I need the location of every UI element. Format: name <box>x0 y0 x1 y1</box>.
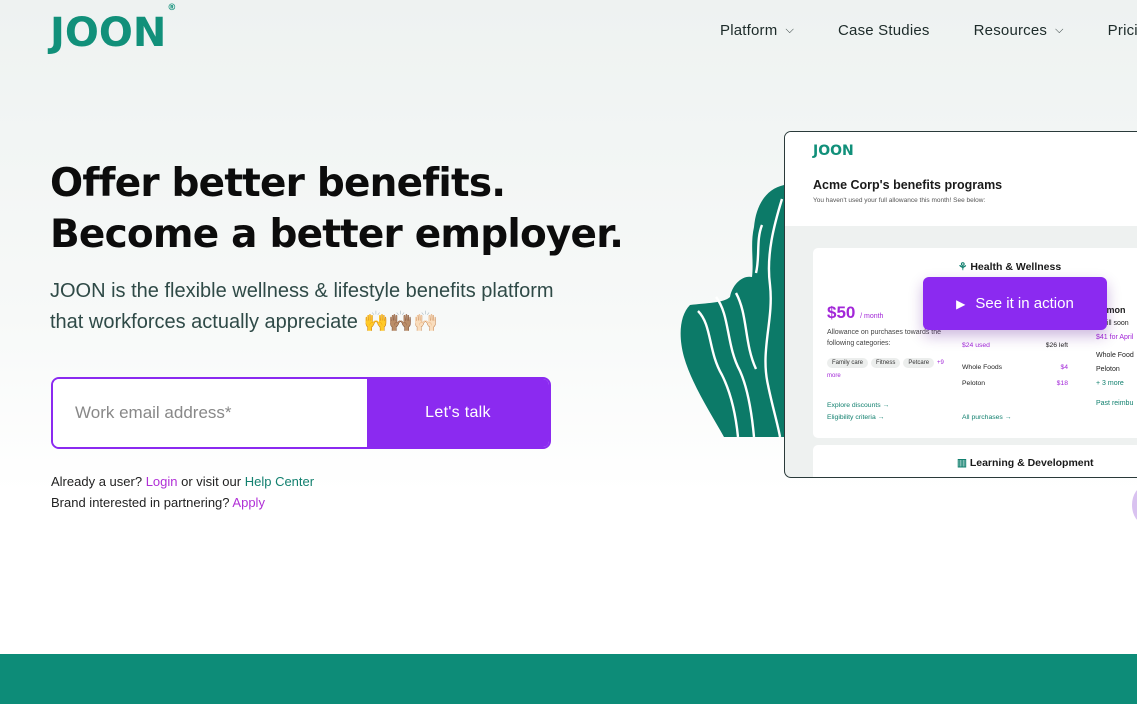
eligibility-link: Eligibility criteria → <box>827 414 885 421</box>
learning-development-panel: ▥ Learning & Development <box>813 445 1137 477</box>
visit-text: or visit our <box>181 474 242 489</box>
price-value: $50 <box>827 303 856 322</box>
joon-logo[interactable]: JOON® <box>50 3 176 56</box>
main-nav: Platform ⌵ Case Studies Resources ⌵ Pricin… <box>720 22 1137 39</box>
nav-resources-label: Resources <box>973 22 1048 39</box>
user-prefix-text: Already a user? <box>51 474 143 489</box>
building-icon: ▥ <box>957 457 967 469</box>
price-unit: / month <box>860 313 884 320</box>
nav-item-case-studies[interactable]: Case Studies <box>838 22 930 39</box>
chevron-down-icon: ⌵ <box>785 24 794 36</box>
next-month-more: + 3 more <box>1096 380 1124 387</box>
chip-fitness: Fitness <box>871 358 901 368</box>
chevron-down-icon: ⌵ <box>1055 24 1064 36</box>
learning-development-title: ▥ Learning & Development <box>957 457 1094 469</box>
chat-bubble-button[interactable] <box>1132 486 1137 524</box>
apply-link[interactable]: Apply <box>232 495 265 510</box>
allowance-text: Allowance on purchases towards the follo… <box>827 329 942 347</box>
hero-title: Offer better benefits. Become a better em… <box>50 158 624 260</box>
chip-petcare: Petcare <box>903 358 935 368</box>
used-amount: $24 used <box>962 342 990 349</box>
see-it-in-action-label: See it in action <box>975 295 1074 312</box>
left-amount: $26 left <box>1045 342 1068 349</box>
registered-mark: ® <box>167 2 177 13</box>
usage-row: $24 used $26 left <box>962 338 1068 354</box>
purchase-name: Peloton <box>962 380 986 387</box>
past-reimbursements-link: Past reimbu <box>1096 400 1134 407</box>
work-email-input[interactable] <box>53 379 367 447</box>
play-icon: ▶ <box>956 296 966 311</box>
allowance-price: $50 / month <box>827 303 883 323</box>
hero-subtitle-line2: that workforces actually appreciate <box>50 311 358 333</box>
category-chips: Family care Fitness Petcare +9 more <box>827 358 947 379</box>
explore-discounts-link: Explore discounts → <box>827 402 890 409</box>
next-month-item1: Whole Food <box>1096 352 1134 359</box>
logo-text: JOON <box>50 10 167 56</box>
help-center-link[interactable]: Help Center <box>245 474 314 489</box>
hero-title-line1: Offer better benefits. <box>50 161 506 206</box>
next-month-line2: $41 for April <box>1096 334 1134 341</box>
login-link[interactable]: Login <box>146 474 178 489</box>
purchase-amount: $18 <box>1056 380 1068 387</box>
leaf-icon: ⚘ <box>958 261 968 273</box>
teal-section-band <box>0 654 1137 704</box>
purchases-summary: $24 used $26 left Whole Foods $4 Peloton $1… <box>962 338 1068 392</box>
see-it-in-action-button[interactable]: ▶ See it in action <box>923 277 1107 330</box>
nav-item-resources[interactable]: Resources ⌵ <box>974 22 1064 39</box>
nav-item-platform[interactable]: Platform ⌵ <box>720 22 794 39</box>
preview-logo: JOON <box>813 143 854 159</box>
preview-header: JOON Acme Corp's benefits programs You h… <box>785 132 1137 226</box>
purchase-row: Peloton $18 <box>962 376 1068 392</box>
hero-title-line2: Become a better employer. <box>50 212 624 257</box>
health-wellness-title: ⚘ Health & Wellness <box>958 261 1061 273</box>
purchase-amount: $4 <box>1060 364 1068 371</box>
next-month-item2: Peloton <box>1096 366 1120 373</box>
preview-note: You haven't used your full allowance thi… <box>813 197 986 204</box>
nav-item-pricing[interactable]: Pricing <box>1108 22 1137 39</box>
chip-family-care: Family care <box>827 358 869 368</box>
learning-development-label: Learning & Development <box>969 457 1094 469</box>
clapping-hands-emoji: 🙌🙌🏽🙌🏻 <box>363 311 439 333</box>
nav-pricing-label: Pricing <box>1107 22 1137 39</box>
hero-subtitle-line1: JOON is the flexible wellness & lifestyl… <box>50 280 554 302</box>
partner-links-line: Brand interested in partnering? Apply <box>51 495 265 510</box>
partner-prefix-text: Brand interested in partnering? <box>51 495 230 510</box>
purchase-name: Whole Foods <box>962 364 1003 371</box>
health-wellness-label: Health & Wellness <box>970 261 1062 273</box>
lets-talk-button[interactable]: Let's talk <box>367 379 549 447</box>
all-purchases-link: All purchases → <box>962 414 1012 421</box>
user-links-line: Already a user? Login or visit our Help … <box>51 474 314 489</box>
nav-case-studies-label: Case Studies <box>838 22 930 39</box>
signup-form: Let's talk <box>51 377 551 449</box>
nav-platform-label: Platform <box>720 22 778 39</box>
purchase-row: Whole Foods $4 <box>962 360 1068 376</box>
preview-title: Acme Corp's benefits programs <box>813 178 1003 192</box>
hero-subtitle: JOON is the flexible wellness & lifestyl… <box>50 276 650 338</box>
plant-illustration <box>680 185 798 438</box>
